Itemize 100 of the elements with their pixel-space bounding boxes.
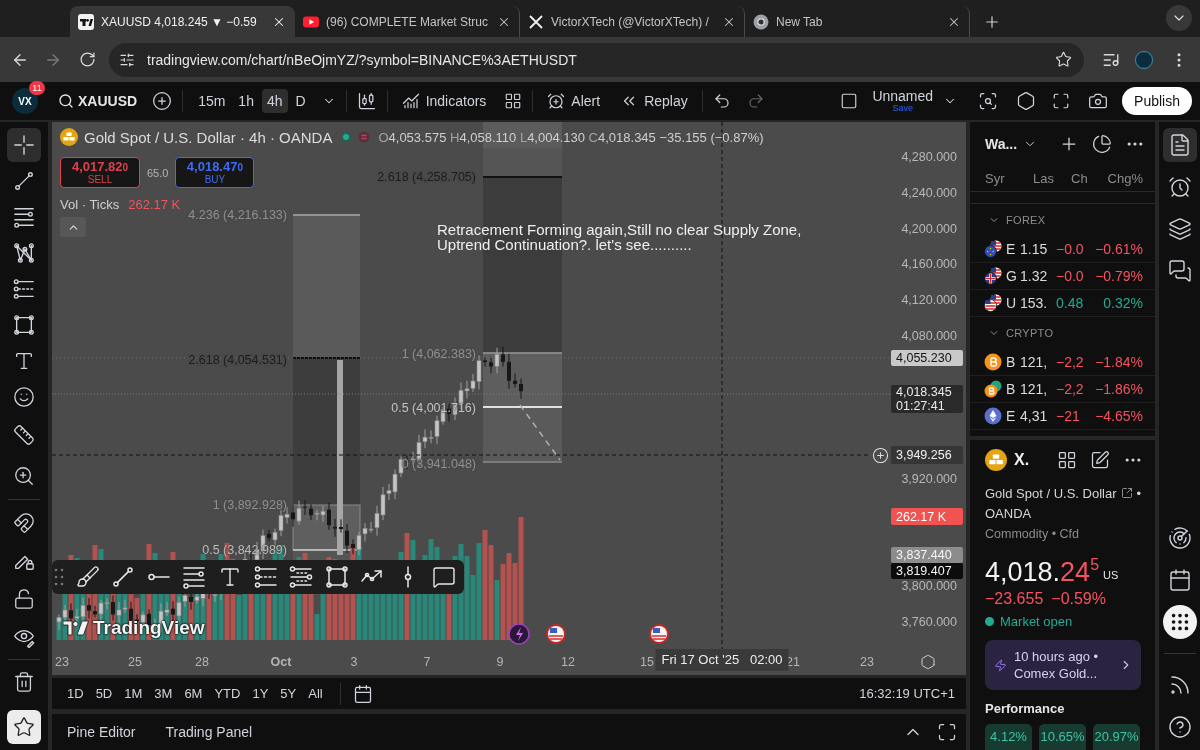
fib-levels-icon [13,278,35,300]
rectangle-icon[interactable] [324,565,349,589]
symbol-title[interactable]: Gold Spot / U.S. Dollar · 4h · OANDA [84,128,333,146]
pattern-icon [13,242,35,264]
range-button[interactable]: 3M [149,682,178,705]
maximize-icon[interactable] [937,722,957,742]
apps-button[interactable] [1162,605,1197,639]
plus-icon[interactable] [152,91,173,111]
symbol-text: B [1006,354,1017,370]
watchlist-row[interactable]: E 1.15 −0.0 −0.61% [970,236,1155,263]
collapse-button[interactable] [60,217,86,237]
flag-icon[interactable] [546,624,566,644]
panel-tab[interactable]: Trading Panel [158,720,260,744]
drawing-tool-button[interactable] [7,128,41,162]
column-header[interactable]: Syr [985,171,1033,186]
performance-tile: 20.97% [1093,724,1140,750]
grid-icon[interactable] [504,92,523,110]
watchlist-title[interactable]: Wa... [985,136,1018,152]
fullscreen-icon[interactable] [1052,92,1071,110]
range-button[interactable]: 6M [179,682,208,705]
reload-icon[interactable] [79,51,96,68]
grid-icon[interactable] [1057,450,1077,470]
trash-icon [13,671,35,693]
time-axis-label: 28 [195,654,209,670]
time-axis-label: 7 [423,654,431,670]
lightning-icon[interactable] [508,623,530,645]
buy-button[interactable]: 4,018.470 BUY [175,157,255,188]
address-field[interactable]: tradingview.com/chart/nBeOjmYZ/?symbol=BINANCE%3AETHUSDT [109,42,1084,77]
interval-button[interactable]: D [290,89,311,113]
trend-line-icon[interactable] [111,565,136,589]
browser-tab[interactable]: XAUUSD 4,018.245 ▼ −0.59 [70,6,295,37]
site-settings-icon[interactable] [119,51,135,68]
brush-icon[interactable] [75,565,100,589]
calendar-icon[interactable] [352,683,373,704]
settings-icon[interactable] [1016,91,1037,111]
last-price: 153. [1020,295,1049,311]
watchlist-row[interactable]: B 121, −2,2 −1.86% [970,376,1155,403]
fib-levels-icon[interactable] [253,565,278,589]
flag-pair-icon [984,240,1002,258]
fib-levels-icon[interactable] [289,565,314,589]
quick-search-icon[interactable] [978,91,999,111]
chat-icon [1167,259,1192,283]
ticker-text[interactable]: X. [1014,451,1030,469]
undo-icon[interactable] [712,92,731,110]
square-icon[interactable] [840,92,859,110]
watchlist-row[interactable]: E 4,31 −21 −4.65% [970,403,1155,430]
section-header[interactable]: CRYPTO [970,317,1155,349]
extension-icon[interactable] [1135,50,1153,69]
panel-tab[interactable]: Pine Editor [60,720,143,744]
redo-icon[interactable] [746,92,765,110]
range-button[interactable]: 1D [62,682,89,705]
sidebar-button[interactable] [1162,128,1197,162]
category-text: Commodity • Cfd [985,527,1079,541]
logo-icon [63,619,89,637]
clock-text[interactable]: 16:32:19 UTC+1 [859,686,955,701]
watchlist-row[interactable]: U 153. 0.48 0.32% [970,290,1155,317]
bookmark-star-icon[interactable] [1055,51,1072,68]
tab-list-button[interactable] [1166,5,1192,31]
publish-button[interactable]: Publish [1122,87,1192,115]
edit-icon[interactable] [1090,450,1110,470]
time-axis-label: 15 [640,654,654,670]
range-button[interactable]: 5D [90,682,118,705]
sell-button[interactable]: 4,017.820 SELL [60,157,140,188]
column-header[interactable]: Ch [1071,171,1105,186]
column-header[interactable]: Las [1033,171,1071,186]
flag-icon[interactable] [649,624,669,644]
range-button[interactable]: YTD [209,682,246,705]
watchlist-row[interactable]: G 1.32 −0.0 −0.79% [970,263,1155,290]
external-link-icon[interactable] [1120,487,1133,499]
symbol-search[interactable]: XAUUSD [58,93,138,109]
range-button[interactable]: 1Y [247,682,274,705]
alarm-clock-icon [1167,175,1192,199]
interval-button[interactable]: 15m [193,89,231,113]
candlestick-icon[interactable] [356,91,377,111]
alert-button[interactable]: Alert [543,88,605,114]
drag-handle-icon[interactable] [54,567,64,587]
replay-button[interactable]: Replay [616,88,692,114]
favorites-button[interactable] [7,710,41,744]
comment-icon[interactable] [431,565,456,589]
section-header[interactable]: FOREX [970,204,1155,236]
column-header[interactable]: Chg% [1105,171,1143,186]
indicators-button[interactable]: Indicators [397,88,491,114]
interval-button[interactable]: 1h [233,89,259,113]
news-card[interactable]: 10 hours ago • Comex Gold... [985,640,1141,690]
range-button[interactable]: 5Y [275,682,302,705]
performance-tile: 4.12% [985,724,1032,750]
pie-chart-icon[interactable] [1092,134,1112,154]
horizontal-lines-icon[interactable] [182,565,207,589]
chart-note[interactable]: Retracement Forming again,Still no clear Supply Zone, Uptrend Continuation?. let's see.......... [437,222,802,252]
range-button[interactable]: All [303,682,328,705]
range-button[interactable]: 1M [119,682,148,705]
plus-icon[interactable] [872,447,889,464]
layout-name[interactable]: Unnamed [872,89,934,103]
change-value: 0.48 [1056,295,1085,311]
symbol-name: Gold Spot / U.S. Dollar [985,485,1117,501]
change-value: −0.0 [1056,268,1085,284]
save-button[interactable]: Save [892,104,913,113]
camera-icon[interactable] [1088,91,1109,111]
watchlist-row[interactable]: B 121, −2,2 −1.84% [970,349,1155,376]
interval-button[interactable]: 4h [261,89,288,113]
